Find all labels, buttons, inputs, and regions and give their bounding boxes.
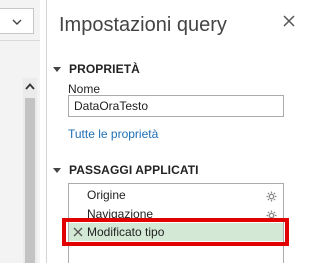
collapse-triangle-icon [53,167,61,173]
applied-steps-section-header[interactable]: PASSAGGI APPLICATI [53,163,199,177]
highlight-annotation [62,218,289,246]
scrollbar-thumb[interactable] [25,98,35,263]
step-origine[interactable]: Origine [69,186,283,204]
applied-steps-section-title: PASSAGGI APPLICATI [69,163,199,177]
chevron-down-icon [12,12,22,30]
column-dropdown-button[interactable] [0,8,34,34]
close-pane-button[interactable] [280,14,298,32]
query-name-input[interactable] [68,95,284,117]
name-label: Nome [68,82,101,96]
all-properties-link[interactable]: Tutte le proprietà [68,127,158,141]
collapse-triangle-icon [53,66,61,72]
pane-title: Impostazioni query [59,14,227,36]
properties-section-title: PROPRIETÀ [69,62,140,76]
grid-divider [0,40,40,41]
step-label: Origine [87,188,126,202]
chevron-up-icon [25,77,35,95]
properties-section-header[interactable]: PROPRIETÀ [53,62,140,76]
close-icon [283,14,295,32]
scroll-up-button[interactable] [23,78,37,94]
